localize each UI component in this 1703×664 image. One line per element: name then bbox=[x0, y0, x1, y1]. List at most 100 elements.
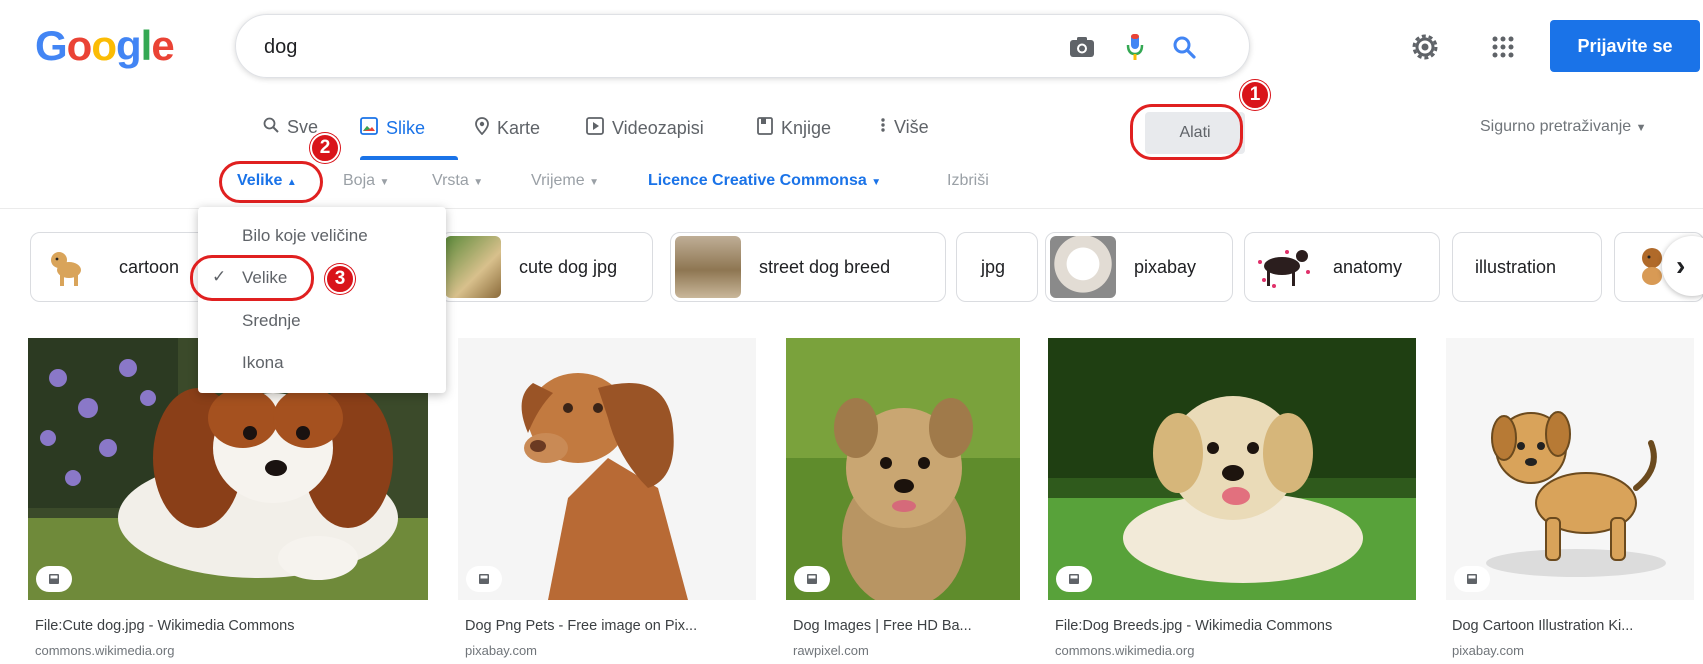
image-icon bbox=[360, 117, 378, 140]
chip-thumbnail bbox=[35, 236, 101, 298]
tab-more[interactable]: Više bbox=[880, 117, 929, 138]
tab-videos[interactable]: Videozapisi bbox=[586, 117, 704, 140]
image-badge-icon bbox=[1454, 566, 1490, 592]
search-input[interactable]: dog bbox=[264, 36, 297, 59]
clear-filters-button[interactable]: Izbriši bbox=[947, 172, 989, 190]
result-title[interactable]: File:Dog Breeds.jpg - Wikimedia Commons bbox=[1055, 618, 1332, 634]
result-source[interactable]: pixabay.com bbox=[465, 643, 537, 658]
apps-grid-icon[interactable] bbox=[1486, 30, 1520, 64]
result-title[interactable]: Dog Png Pets - Free image on Pix... bbox=[465, 618, 697, 634]
annotation-badge-1: 1 bbox=[1240, 80, 1270, 110]
more-icon bbox=[880, 117, 886, 138]
chip-label: pixabay bbox=[1134, 256, 1197, 277]
cartoon-dog-image bbox=[1446, 338, 1694, 600]
tab-label: Sve bbox=[287, 117, 319, 137]
related-chip[interactable]: jpg bbox=[956, 232, 1038, 302]
caret-down-icon: ▼ bbox=[379, 177, 390, 188]
caret-down-icon: ▼ bbox=[589, 177, 599, 188]
related-chip[interactable]: illustration bbox=[1452, 232, 1602, 302]
related-chip[interactable]: pixabay bbox=[1045, 232, 1233, 302]
related-chip[interactable]: anatomy bbox=[1244, 232, 1440, 302]
filter-label: Vrijeme bbox=[531, 172, 585, 189]
annotation-ring-large bbox=[190, 255, 314, 301]
logo-letter: g bbox=[115, 22, 142, 69]
filter-label: Boja bbox=[343, 172, 376, 189]
vizsla-photo bbox=[458, 338, 756, 600]
related-chip[interactable]: cute dog jpg bbox=[440, 232, 653, 302]
result-source[interactable]: commons.wikimedia.org bbox=[1055, 643, 1194, 658]
safe-search-label: Sigurno pretraživanje bbox=[1480, 118, 1632, 135]
caret-down-icon: ▼ bbox=[473, 177, 484, 188]
tab-label: Videozapisi bbox=[612, 118, 704, 138]
result-title[interactable]: File:Cute dog.jpg - Wikimedia Commons bbox=[35, 618, 294, 634]
result-image[interactable] bbox=[1048, 338, 1416, 600]
active-tab-indicator bbox=[360, 156, 458, 160]
logo-letter: e bbox=[151, 22, 174, 69]
chip-label: cute dog jpg bbox=[519, 256, 618, 277]
play-icon bbox=[586, 117, 604, 140]
tab-books[interactable]: Knjige bbox=[757, 117, 831, 140]
annotation-badge-2: 2 bbox=[310, 133, 340, 163]
chevron-right-icon: › bbox=[1676, 250, 1686, 281]
map-pin-icon bbox=[475, 117, 489, 140]
result-image[interactable] bbox=[786, 338, 1020, 600]
caret-down-icon: ▼ bbox=[871, 177, 882, 188]
annotation-badge-3: 3 bbox=[325, 264, 355, 294]
tab-all[interactable]: Sve bbox=[263, 117, 318, 138]
image-badge-icon bbox=[36, 566, 72, 592]
safe-search-dropdown[interactable]: Sigurno pretraživanje ▼ bbox=[1480, 118, 1647, 136]
chip-label: street dog breed bbox=[759, 256, 891, 277]
caret-down-icon: ▼ bbox=[1635, 122, 1647, 134]
result-image[interactable] bbox=[1446, 338, 1694, 600]
image-badge-icon bbox=[466, 566, 502, 592]
sign-in-button[interactable]: Prijavite se bbox=[1550, 20, 1700, 72]
filter-type[interactable]: Vrsta ▼ bbox=[432, 172, 483, 190]
result-source[interactable]: commons.wikimedia.org bbox=[35, 643, 174, 658]
tab-maps[interactable]: Karte bbox=[475, 117, 540, 140]
chip-thumbnail bbox=[1050, 236, 1116, 298]
chip-label: illustration bbox=[1475, 256, 1557, 277]
result-image[interactable] bbox=[458, 338, 756, 600]
filter-label: Vrsta bbox=[432, 172, 469, 189]
google-logo[interactable]: Google bbox=[35, 22, 175, 70]
logo-letter: o bbox=[91, 22, 117, 69]
size-option-icon[interactable]: Ikona bbox=[242, 353, 284, 373]
logo-letter: G bbox=[35, 22, 68, 69]
golden-puppy-photo bbox=[1048, 338, 1416, 600]
size-option-any[interactable]: Bilo koje veličine bbox=[242, 226, 368, 246]
result-source[interactable]: rawpixel.com bbox=[793, 643, 869, 658]
result-source[interactable]: pixabay.com bbox=[1452, 643, 1524, 658]
annotation-ring-tools bbox=[1130, 104, 1243, 160]
chip-label: jpg bbox=[981, 256, 1006, 277]
chip-thumbnail bbox=[445, 236, 501, 298]
tab-images[interactable]: Slike bbox=[360, 117, 425, 140]
filter-time[interactable]: Vrijeme ▼ bbox=[531, 172, 599, 190]
filter-color[interactable]: Boja ▼ bbox=[343, 172, 389, 190]
chip-label: anatomy bbox=[1333, 256, 1403, 277]
result-title[interactable]: Dog Cartoon Illustration Ki... bbox=[1452, 618, 1633, 634]
size-option-medium[interactable]: Srednje bbox=[242, 311, 301, 331]
image-badge-icon bbox=[794, 566, 830, 592]
tab-label: Karte bbox=[497, 118, 541, 138]
tab-label: Slike bbox=[386, 118, 426, 138]
book-icon bbox=[757, 117, 773, 140]
microphone-icon[interactable] bbox=[1119, 31, 1151, 63]
logo-letter: o bbox=[66, 22, 93, 69]
search-icon[interactable] bbox=[1168, 31, 1200, 63]
chip-label: cartoon bbox=[119, 256, 180, 277]
image-badge-icon bbox=[1056, 566, 1092, 592]
filter-label: Licence Creative Commonsa bbox=[648, 172, 867, 189]
chip-thumbnail bbox=[675, 236, 741, 298]
related-chip[interactable]: street dog breed bbox=[670, 232, 946, 302]
settings-gear-icon[interactable] bbox=[1408, 30, 1442, 64]
logo-letter: l bbox=[140, 22, 153, 69]
chip-thumbnail bbox=[1249, 236, 1315, 298]
camera-icon[interactable] bbox=[1066, 31, 1098, 63]
tab-label: Knjige bbox=[781, 118, 832, 138]
yorkie-photo bbox=[786, 338, 1020, 600]
search-bar[interactable]: dog bbox=[235, 14, 1250, 78]
search-icon bbox=[263, 117, 279, 138]
tab-label: Više bbox=[894, 117, 929, 137]
result-title[interactable]: Dog Images | Free HD Ba... bbox=[793, 618, 972, 634]
filter-license[interactable]: Licence Creative Commonsa ▼ bbox=[648, 172, 881, 190]
